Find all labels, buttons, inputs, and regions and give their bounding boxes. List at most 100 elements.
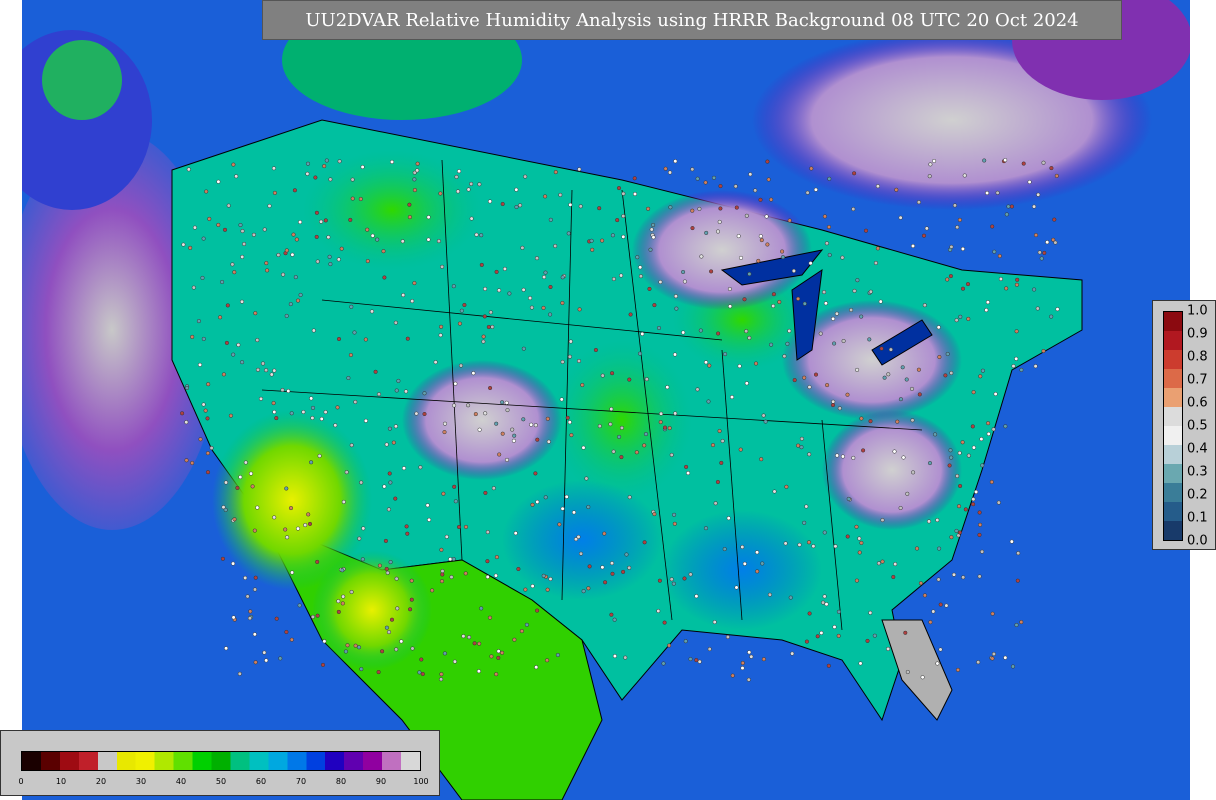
station-dot (245, 594, 250, 599)
station-dot (414, 411, 419, 416)
station-dot (958, 483, 963, 489)
station-dot (436, 239, 441, 244)
station-dot (253, 660, 258, 665)
station-dot (560, 359, 565, 364)
station-dot (401, 293, 406, 298)
station-dot (340, 601, 345, 606)
station-dot (758, 234, 763, 239)
station-dot (370, 233, 375, 238)
station-dot (258, 396, 264, 401)
station-dot (1016, 551, 1021, 556)
station-dot (449, 575, 454, 580)
station-dot (831, 399, 836, 404)
station-dot (409, 578, 414, 583)
station-dot (609, 407, 614, 412)
station-dot (753, 188, 758, 193)
station-dot (359, 667, 364, 672)
rh-colorbar (21, 751, 421, 771)
station-dot (656, 325, 662, 331)
station-dot (272, 368, 277, 373)
station-dot (267, 203, 272, 208)
station-dot (490, 324, 495, 329)
station-dot (971, 390, 976, 395)
station-dot (619, 425, 624, 430)
station-dot (272, 190, 277, 195)
station-dot (910, 243, 916, 249)
station-dot (706, 399, 711, 404)
station-dot (274, 616, 279, 621)
station-dot (763, 419, 768, 424)
station-dot (748, 172, 753, 177)
station-dot (260, 361, 266, 366)
station-dot (737, 364, 742, 369)
station-dot (231, 352, 236, 357)
station-dot (642, 540, 647, 545)
station-dot (493, 573, 498, 578)
station-dot (835, 453, 840, 458)
station-dot (949, 455, 954, 460)
station-dot (382, 275, 387, 280)
station-dot (996, 500, 1001, 505)
station-dot (936, 325, 941, 330)
station-dot (669, 452, 674, 457)
station-dot (807, 611, 812, 616)
station-dot (1033, 364, 1038, 369)
station-dot (1015, 277, 1020, 282)
station-dot (335, 405, 340, 410)
station-dot (545, 658, 550, 663)
station-dot (600, 565, 605, 570)
station-dot (861, 448, 866, 453)
station-dot (742, 561, 747, 566)
station-dot (836, 633, 841, 638)
station-dot (560, 506, 565, 511)
station-dot (863, 228, 869, 233)
station-dot (998, 276, 1003, 282)
station-dot (385, 570, 390, 575)
station-dot (876, 561, 881, 566)
station-dot (500, 400, 505, 405)
station-dot (415, 161, 420, 166)
station-dot (452, 659, 457, 664)
station-dot (807, 385, 812, 390)
station-dot (519, 629, 524, 634)
station-dot (898, 397, 903, 402)
station-dot (991, 651, 996, 657)
station-dot (713, 501, 718, 506)
station-dot (197, 362, 203, 367)
station-dot (832, 624, 837, 630)
station-dot (305, 161, 311, 166)
station-dot (703, 526, 709, 531)
station-dot (690, 167, 695, 172)
rh-tick-label: 50 (215, 777, 227, 786)
station-dot (824, 241, 829, 246)
station-dot (238, 475, 243, 480)
station-dot (382, 484, 387, 489)
station-dot (380, 649, 385, 654)
station-dot (573, 537, 579, 542)
station-dot (651, 235, 656, 240)
station-dot (201, 402, 206, 407)
station-dot (444, 534, 449, 539)
station-dot (621, 234, 626, 239)
station-dot (910, 418, 915, 423)
station-dot (854, 578, 859, 583)
station-dot (901, 455, 906, 460)
station-dot (799, 436, 804, 441)
station-dot (986, 421, 991, 426)
station-dot (295, 298, 301, 303)
station-dot (269, 372, 274, 377)
station-dot (222, 227, 228, 232)
station-dot (247, 616, 252, 621)
station-dot (409, 597, 414, 602)
station-dot (439, 672, 444, 677)
station-dot (1021, 161, 1026, 166)
rh-tick-label: 80 (335, 777, 347, 786)
station-dot (926, 519, 932, 524)
station-dot (840, 255, 845, 260)
station-dot (989, 479, 994, 485)
station-dot (560, 300, 565, 306)
station-dot (673, 159, 678, 164)
station-dot (500, 201, 505, 207)
station-dot (609, 561, 615, 566)
station-dot (344, 470, 349, 475)
